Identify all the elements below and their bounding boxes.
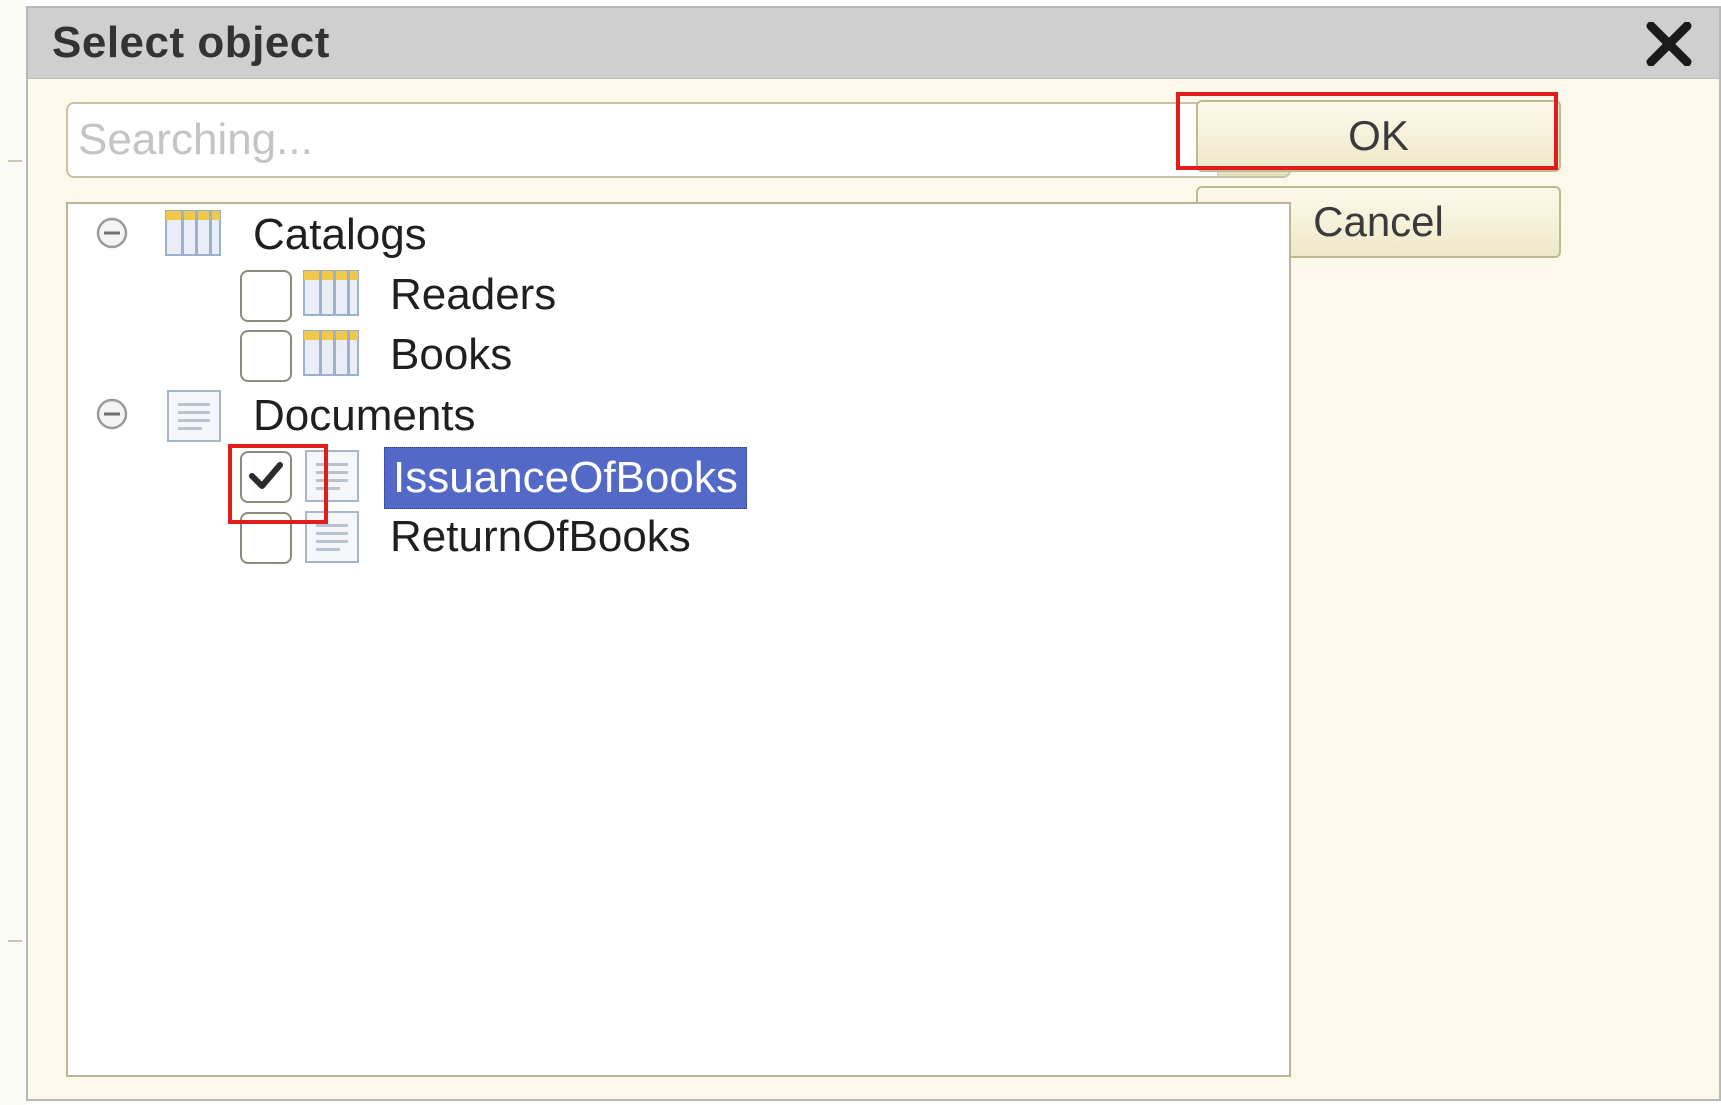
checkmark-icon: [249, 462, 283, 489]
close-icon[interactable]: [1645, 21, 1693, 67]
collapse-icon[interactable]: [95, 397, 129, 431]
ok-button[interactable]: OK: [1196, 100, 1561, 172]
object-tree: Catalogs Readers Books Documents Issuanc…: [66, 202, 1291, 1077]
background-window-edge: [0, 0, 26, 1105]
tree-item-label: Books: [390, 330, 513, 379]
tree-item-issuanceofbooks[interactable]: IssuanceOfBooks: [68, 445, 1289, 509]
tree-item-returnofbooks[interactable]: ReturnOfBooks: [68, 506, 1289, 566]
tree-group-catalogs[interactable]: Catalogs: [68, 204, 1289, 264]
document-icon: [167, 390, 221, 442]
tree-item-readers[interactable]: Readers: [68, 264, 1289, 324]
books-checkbox[interactable]: [240, 330, 292, 382]
issuanceofbooks-checkbox[interactable]: [240, 451, 292, 503]
background-divider: [8, 160, 22, 162]
tree-item-books[interactable]: Books: [68, 324, 1289, 384]
collapse-icon[interactable]: [95, 216, 129, 250]
catalog-icon: [165, 210, 221, 256]
select-object-dialog: Select object OK Cancel: [26, 6, 1721, 1101]
catalog-icon: [303, 330, 359, 376]
dialog-title: Select object: [52, 18, 330, 67]
readers-checkbox[interactable]: [240, 270, 292, 322]
tree-item-label-selected: IssuanceOfBooks: [384, 447, 747, 509]
tree-group-label: Documents: [253, 391, 476, 440]
search-box: [66, 102, 1291, 178]
catalog-icon: [303, 270, 359, 316]
document-icon: [305, 450, 359, 502]
tree-item-label: ReturnOfBooks: [390, 512, 691, 561]
search-input[interactable]: [68, 104, 1208, 176]
tree-item-label: Readers: [390, 270, 557, 319]
background-divider: [8, 940, 22, 942]
dialog-titlebar: Select object: [28, 8, 1719, 79]
returnofbooks-checkbox[interactable]: [240, 512, 292, 564]
document-icon: [305, 511, 359, 563]
tree-group-label: Catalogs: [253, 210, 427, 259]
tree-group-documents[interactable]: Documents: [68, 385, 1289, 445]
